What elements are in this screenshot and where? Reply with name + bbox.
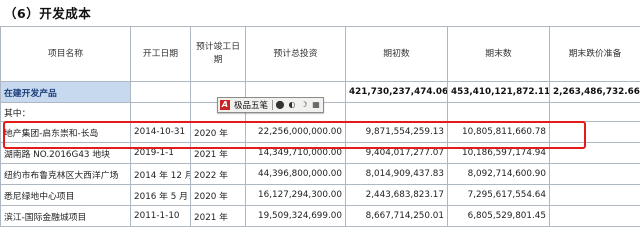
section-title: （6）开发成本	[4, 6, 92, 21]
development-cost-table: 项目名称 开工日期 预计竣工日期 预计总投资 期初数 期末数 期末跌价准备 在建…	[0, 26, 640, 227]
header-closing: 期末数	[447, 26, 550, 82]
project-name: 滨江-国际金融城项目	[0, 205, 131, 227]
header-project-name: 项目名称	[0, 26, 131, 82]
header-start-date: 开工日期	[130, 26, 191, 82]
est-investment: 14,349,710,000.00	[245, 142, 346, 164]
header-opening: 期初数	[345, 26, 448, 82]
subtotal-impairment: 2,263,486,732.66	[549, 81, 640, 103]
ime-toolbar[interactable]: A 极品五笔 ⬤ ◐ ☽ ▦	[217, 97, 325, 113]
ime-name-label[interactable]: 极品五笔	[232, 99, 270, 111]
full-width-icon[interactable]: ⬤	[275, 100, 285, 110]
est-completion: 2021 年	[190, 142, 246, 164]
start-date: 2019-1-1	[130, 142, 191, 164]
closing-balance: 8,092,714,600.90	[447, 163, 550, 185]
ime-logo-icon[interactable]: A	[220, 100, 230, 110]
opening-balance: 8,014,909,437.83	[345, 163, 448, 185]
est-investment: 44,396,800,000.00	[245, 163, 346, 185]
toolbar-divider	[272, 100, 274, 110]
start-date: 2016 年 5 月	[130, 184, 191, 206]
est-completion: 2020 年	[190, 121, 246, 143]
start-date: 2014-10-31	[130, 121, 191, 143]
header-est-investment: 预计总投资	[245, 26, 346, 82]
table-row: 湖南路 NO.2016G43 地块 2019-1-1 2021 年 14,349…	[0, 142, 640, 164]
punctuation-icon[interactable]: ◐	[287, 100, 297, 110]
est-investment: 19,509,324,699.00	[245, 205, 346, 227]
project-name: 地产集团-启东崇和-长岛	[0, 121, 131, 143]
est-investment: 16,127,294,300.00	[245, 184, 346, 206]
table-row: 纽约市布鲁克林区大西洋广场 2014 年 12 月 2022 年 44,396,…	[0, 163, 640, 185]
project-name: 纽约市布鲁克林区大西洋广场	[0, 163, 131, 185]
header-est-completion: 预计竣工日期	[190, 26, 246, 82]
opening-balance: 2,443,683,823.17	[345, 184, 448, 206]
qizhong-label: 其中：	[0, 102, 131, 122]
header-row: 项目名称 开工日期 预计竣工日期 预计总投资 期初数 期末数 期末跌价准备	[0, 26, 640, 82]
opening-balance: 9,871,554,259.13	[345, 121, 448, 143]
closing-balance: 6,805,529,801.45	[447, 205, 550, 227]
est-completion: 2022 年	[190, 163, 246, 185]
project-name: 湖南路 NO.2016G43 地块	[0, 142, 131, 164]
start-date: 2014 年 12 月	[130, 163, 191, 185]
keyboard-icon[interactable]: ▦	[311, 100, 321, 110]
moon-icon[interactable]: ☽	[299, 100, 309, 110]
closing-balance: 10,186,597,174.94	[447, 142, 550, 164]
subtotal-label: 在建开发产品	[0, 81, 131, 103]
header-impairment: 期末跌价准备	[549, 26, 640, 82]
est-investment: 22,256,000,000.00	[245, 121, 346, 143]
opening-balance: 8,667,714,250.01	[345, 205, 448, 227]
table-row: 滨江-国际金融城项目 2011-1-10 2021 年 19,509,324,6…	[0, 205, 640, 227]
est-completion: 2020 年	[190, 184, 246, 206]
est-completion: 2021 年	[190, 205, 246, 227]
subtotal-closing: 453,410,121,872.11	[447, 81, 550, 103]
opening-balance: 9,404,017,277.07	[345, 142, 448, 164]
subtotal-opening: 421,730,237,474.06	[345, 81, 448, 103]
start-date: 2011-1-10	[130, 205, 191, 227]
closing-balance: 7,295,617,554.64	[447, 184, 550, 206]
table-row: 地产集团-启东崇和-长岛 2014-10-31 2020 年 22,256,00…	[0, 121, 640, 143]
table-row: 悉尼绿地中心项目 2016 年 5 月 2020 年 16,127,294,30…	[0, 184, 640, 206]
closing-balance: 10,805,811,660.78	[447, 121, 550, 143]
project-name: 悉尼绿地中心项目	[0, 184, 131, 206]
